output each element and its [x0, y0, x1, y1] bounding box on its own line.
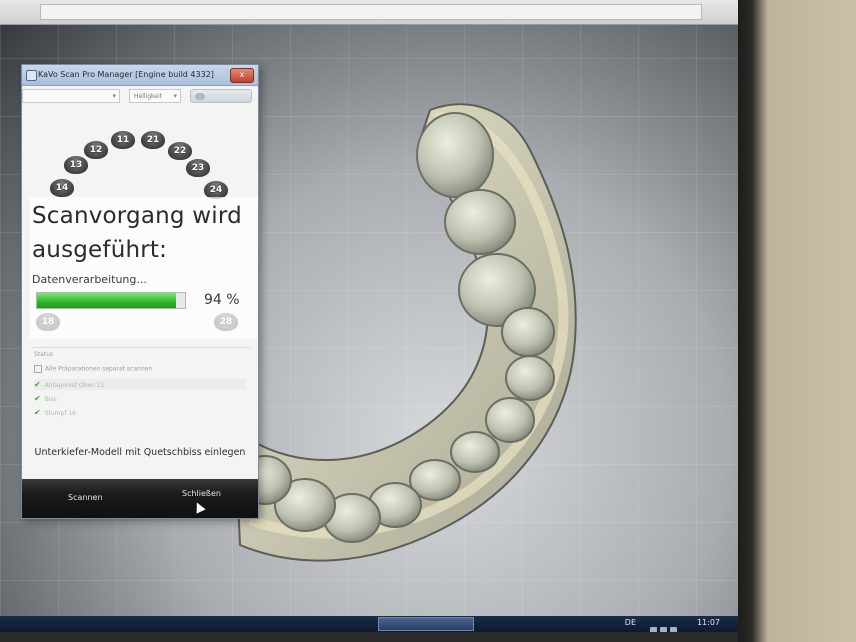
separate-scan-checkbox[interactable]: Alle Präparationen separat scannen [34, 365, 152, 373]
status-label: Status [34, 351, 54, 358]
status-item-label: Stumpf 16 [44, 410, 76, 417]
progress-bar [36, 292, 186, 309]
windows-taskbar: DE 11:07 [0, 616, 740, 632]
progress-bar-fill [37, 293, 177, 308]
status-item[interactable]: ✔ Stumpf 16 [34, 407, 246, 418]
mode-dropdown[interactable]: ▾ [22, 89, 120, 103]
status-item[interactable]: ✔ Antagonist Oben 21 [34, 379, 246, 390]
progress-percent: 94 % [204, 292, 240, 308]
tray-icons[interactable] [650, 619, 690, 632]
chevron-down-icon: ▾ [112, 92, 116, 100]
status-item[interactable]: ✔ Biss [34, 393, 246, 404]
check-icon: ✔ [34, 408, 41, 417]
close-button[interactable]: Schließen [182, 489, 221, 498]
scan-heading-line2: ausgeführt: [32, 237, 168, 263]
checkbox-label: Alle Präparationen separat scannen [45, 365, 153, 373]
scan-dialog: KaVo Scan Pro Manager [Engine build 4332… [21, 64, 259, 519]
tooth-12[interactable]: 12 [84, 141, 108, 159]
dialog-titlebar[interactable]: KaVo Scan Pro Manager [Engine build 4332… [22, 65, 258, 86]
brightness-dropdown[interactable]: Helligkeit ▾ [129, 89, 181, 103]
close-window-button[interactable]: x [230, 68, 254, 83]
check-icon: ✔ [34, 380, 41, 389]
scan-heading-line1: Scanvorgang wird [32, 203, 242, 229]
tooth-22[interactable]: 22 [168, 142, 192, 160]
scan-button[interactable]: Scannen [68, 493, 103, 502]
dialog-toolbar: ▾ Helligkeit ▾ [22, 87, 258, 107]
status-item-label: Antagonist Oben 21 [44, 382, 105, 389]
instruction-text: Unterkiefer-Modell mit Quetschbiss einle… [34, 447, 246, 458]
close-icon: x [239, 70, 245, 79]
tooth-11[interactable]: 11 [111, 131, 135, 149]
chevron-down-icon: ▾ [173, 92, 177, 100]
scan-subtext: Datenverarbeitung... [32, 273, 147, 286]
monitor-bezel [738, 0, 856, 642]
tooth-14[interactable]: 14 [50, 179, 74, 197]
dialog-footer: Scannen Schließen [22, 479, 258, 518]
checkbox-icon [34, 365, 42, 373]
toggle-icon [195, 93, 205, 100]
status-item-label: Biss [44, 396, 57, 403]
status-divider [32, 347, 250, 348]
tooth-23[interactable]: 23 [186, 159, 210, 177]
dialog-title: KaVo Scan Pro Manager [Engine build 4332… [38, 70, 214, 79]
toggle-button[interactable] [190, 89, 252, 103]
app-icon [26, 70, 37, 81]
tooth-21[interactable]: 21 [141, 131, 165, 149]
taskbar-item[interactable] [378, 617, 474, 631]
tooth-13[interactable]: 13 [64, 156, 88, 174]
check-icon: ✔ [34, 394, 41, 403]
taskbar-clock[interactable]: 11:07 [697, 618, 720, 627]
brightness-dropdown-value: Helligkeit [134, 93, 162, 100]
language-indicator[interactable]: DE [625, 618, 636, 627]
